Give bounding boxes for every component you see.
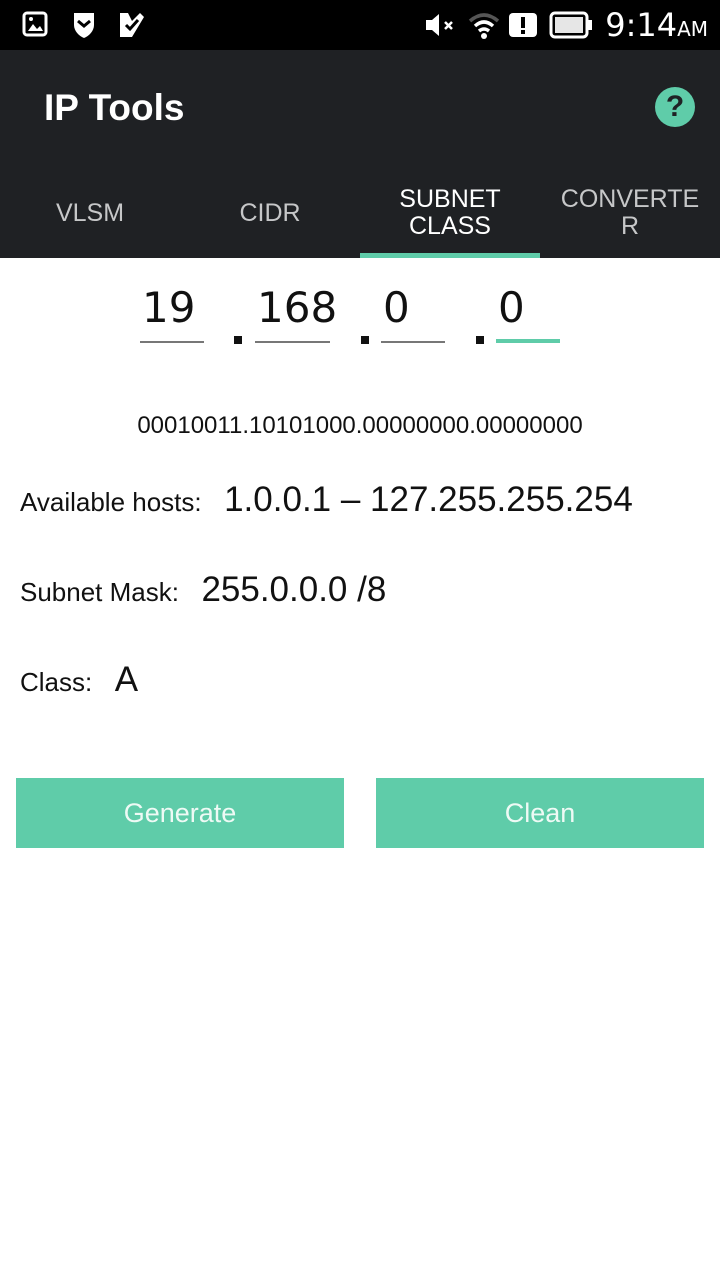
app-bar: IP Tools ? VLSM CIDR SUBNET CLASS CONVER… xyxy=(0,50,720,258)
available-hosts-value: 1.0.0.1 – 127.255.255.254 xyxy=(224,480,633,519)
octet-2-underline xyxy=(255,341,330,343)
octet-1-input[interactable]: 19 xyxy=(140,283,204,343)
available-hosts-row: Available hosts: 1.0.0.1 – 127.255.255.2… xyxy=(20,480,633,520)
clock-time: 9:14 xyxy=(605,6,678,44)
tab-subnet-class[interactable]: SUBNET CLASS xyxy=(360,168,540,258)
separator-dot xyxy=(476,336,484,344)
binary-representation: 00010011.10101000.00000000.00000000 xyxy=(137,412,583,439)
clock: 9:14AM xyxy=(605,6,708,44)
separator-dot xyxy=(234,336,242,344)
check-icon xyxy=(120,13,144,37)
status-bar: 9:14AM xyxy=(0,0,720,50)
class-label: Class: xyxy=(20,667,93,697)
wifi-icon xyxy=(468,13,500,39)
tab-cidr[interactable]: CIDR xyxy=(180,168,360,258)
octet-4-underline xyxy=(496,339,560,343)
tab-converter[interactable]: CONVERTE R xyxy=(540,168,720,258)
octet-1-underline xyxy=(140,341,204,343)
help-icon[interactable]: ? xyxy=(655,87,695,127)
clock-ampm: AM xyxy=(677,17,708,41)
octet-4-input[interactable]: 0 xyxy=(496,283,560,343)
subnet-mask-value: 255.0.0.0 /8 xyxy=(201,570,387,609)
shield-icon xyxy=(74,13,94,38)
octet-3-input[interactable]: 0 xyxy=(381,283,445,343)
octet-3-value: 0 xyxy=(383,283,410,332)
clean-button[interactable]: Clean xyxy=(376,778,704,848)
tab-bar: VLSM CIDR SUBNET CLASS CONVERTE R xyxy=(0,168,720,258)
octet-2-value: 168 xyxy=(257,283,338,332)
tab-vlsm[interactable]: VLSM xyxy=(0,168,180,258)
image-icon xyxy=(22,11,48,37)
octet-3-underline xyxy=(381,341,445,343)
mute-icon xyxy=(426,14,453,36)
octet-1-value: 19 xyxy=(142,283,196,332)
battery-icon xyxy=(549,11,592,39)
available-hosts-label: Available hosts: xyxy=(20,487,202,517)
tab-indicator xyxy=(360,253,540,258)
subnet-mask-label: Subnet Mask: xyxy=(20,577,179,607)
app-title: IP Tools xyxy=(44,87,185,128)
octet-4-value: 0 xyxy=(498,283,525,332)
class-value: A xyxy=(114,660,139,699)
octet-2-input[interactable]: 168 xyxy=(255,283,337,343)
subnet-mask-row: Subnet Mask: 255.0.0.0 /8 xyxy=(20,570,386,610)
alert-icon xyxy=(509,13,537,37)
generate-button[interactable]: Generate xyxy=(16,778,344,848)
separator-dot xyxy=(361,336,369,344)
class-row: Class: A xyxy=(20,660,138,700)
